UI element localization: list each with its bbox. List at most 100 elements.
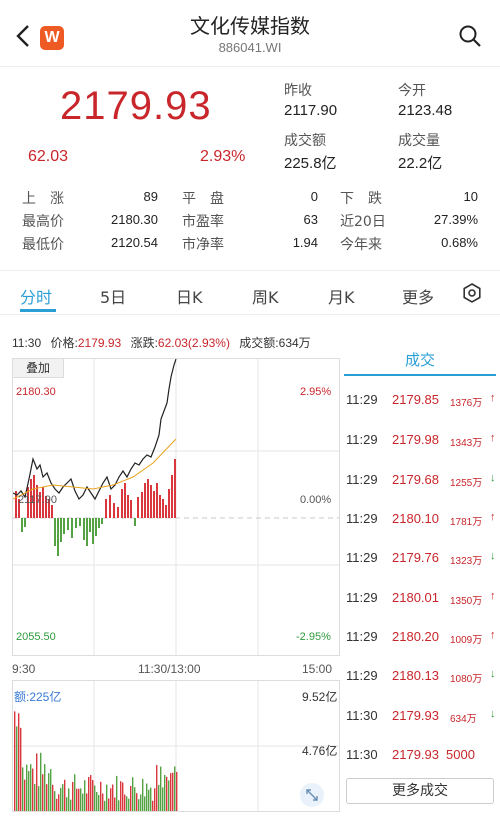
time-axis-start: 9:30 — [12, 662, 36, 676]
arrow-up-icon: ↑ — [490, 432, 496, 444]
volume-bar — [164, 774, 166, 811]
trade-price: 2180.01 — [392, 590, 439, 605]
intraday-chart[interactable] — [12, 358, 340, 656]
active-tab-indicator — [20, 309, 56, 312]
volume-bar — [80, 788, 82, 811]
volume-bar — [134, 787, 136, 811]
stat-label: 近20日 — [340, 214, 386, 230]
volume-bar — [126, 796, 128, 811]
stat-label: 上 涨 — [22, 191, 64, 207]
open-value: 2123.48 — [398, 102, 453, 119]
tab-trades[interactable]: 成交 — [344, 346, 496, 376]
volume-bar — [138, 799, 140, 811]
volume-bar — [148, 789, 150, 811]
volume-bar — [124, 794, 126, 811]
volume-bar — [152, 800, 154, 811]
pct-axis-mid-label: 0.00% — [300, 494, 332, 506]
arrow-down-icon: ↓ — [490, 668, 496, 680]
volume-bar — [28, 771, 30, 811]
app-header: W 文化传媒指数 886041.WI — [0, 0, 500, 66]
trade-row: 11:30 2179.93 634万 ↓ — [344, 706, 500, 728]
overlay-button[interactable]: 叠加 — [12, 358, 64, 378]
volume-bar — [82, 793, 84, 811]
volume-bar — [36, 753, 38, 811]
y-axis-top-label: 2180.30 — [16, 386, 56, 398]
search-icon[interactable] — [458, 24, 482, 48]
arrow-down-icon: ↓ — [490, 472, 496, 484]
volume-bar — [94, 785, 96, 811]
volume-bar — [90, 775, 92, 811]
stat-label: 最低价 — [22, 237, 64, 253]
tab-intraday[interactable]: 分时 — [20, 284, 52, 308]
volume-bar — [92, 780, 94, 811]
volume-bar — [18, 713, 20, 811]
tab-daily-k[interactable]: 日K — [176, 284, 203, 308]
stat-value: 1.94 — [292, 235, 318, 250]
trade-time: 11:30 — [346, 747, 378, 762]
info-amount: 634万 — [278, 336, 311, 350]
tab-monthly-k[interactable]: 月K — [328, 284, 355, 308]
time-axis-end: 15:00 — [302, 662, 333, 676]
volume-bar — [70, 799, 72, 811]
arrow-up-icon: ↑ — [490, 590, 496, 602]
trade-volume: 1343万 — [450, 438, 483, 449]
crosshair-info-bar: 11:30 价格:2179.93 涨跌:62.03(2.93%) 成交额:634… — [12, 334, 311, 351]
y-axis-bottom-label: 2055.50 — [16, 631, 56, 643]
volume-bar — [84, 780, 86, 811]
tab-more[interactable]: 更多 — [402, 284, 434, 308]
more-trades-button[interactable]: 更多成交 — [346, 778, 494, 804]
volume-bar — [66, 797, 68, 811]
trade-volume: 1323万 — [450, 556, 483, 567]
stat-value: 27.39% — [433, 212, 478, 227]
info-price-label: 价格: — [50, 336, 78, 350]
volume-bar — [54, 791, 56, 811]
volume-bar — [166, 776, 168, 811]
trade-volume: 1376万 — [450, 398, 483, 409]
volume-bar — [160, 766, 162, 811]
trade-price: 2180.13 — [392, 668, 439, 683]
expand-chart-icon[interactable] — [300, 783, 324, 807]
volume-bar — [68, 788, 70, 811]
trade-time: 11:29 — [346, 668, 378, 683]
stat-value: 0.68% — [441, 235, 478, 250]
trade-row: 11:29 2179.76 1323万 ↓ — [344, 548, 500, 570]
volume-bar — [32, 768, 34, 811]
volume-bar — [156, 765, 158, 811]
turnover-label: 成交额 — [284, 133, 326, 149]
trade-price: 2180.20 — [392, 629, 439, 644]
tabs-divider-top — [0, 270, 500, 271]
volume-bar — [102, 793, 104, 811]
volume-label: 成交量 — [398, 133, 440, 149]
trade-volume: 634万 — [450, 714, 477, 725]
volume-bar — [74, 774, 76, 811]
header-divider — [0, 66, 500, 67]
volume-bar — [122, 782, 124, 811]
trade-volume: 1009万 — [450, 635, 483, 646]
trade-time: 11:29 — [346, 472, 378, 487]
trade-price: 2179.93 — [392, 747, 439, 762]
volume-bar — [24, 779, 26, 811]
volume-bar — [176, 771, 178, 811]
volume-bar — [42, 774, 44, 811]
tab-weekly-k[interactable]: 周K — [252, 284, 279, 308]
stat-label: 今年来 — [340, 237, 382, 253]
stat-value: 89 — [143, 189, 158, 204]
trade-time: 11:29 — [346, 590, 378, 605]
volume-bar — [140, 794, 142, 811]
trade-volume: 5000 — [446, 747, 475, 762]
volume-bar — [16, 726, 18, 811]
volume-bar — [146, 783, 148, 811]
tab-5day[interactable]: 5日 — [100, 284, 126, 308]
trade-time: 11:29 — [346, 392, 378, 407]
stat-value: 0 — [310, 189, 318, 204]
trade-price: 2180.10 — [392, 511, 439, 526]
pct-axis-top-label: 2.95% — [300, 386, 332, 398]
time-axis-mid: 11:30/13:00 — [138, 662, 201, 676]
volume-bar — [142, 778, 144, 811]
volume-bar — [56, 798, 58, 811]
volume-bar — [78, 788, 80, 811]
volume-bar — [172, 772, 174, 811]
gear-icon[interactable] — [462, 283, 482, 303]
volume-bar — [20, 727, 22, 811]
arrow-down-icon: ↓ — [490, 708, 496, 720]
